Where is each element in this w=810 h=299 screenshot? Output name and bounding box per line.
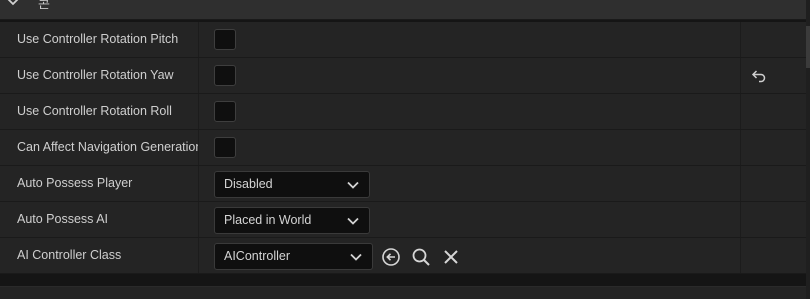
property-row-ai-controller-class: AI Controller Class AIController [0, 238, 806, 274]
property-list: Use Controller Rotation Pitch Use Contro… [0, 22, 806, 274]
chevron-down-icon [350, 253, 362, 261]
property-row-auto-possess-player: Auto Possess Player Disabled [0, 166, 806, 202]
category-title: 콘 [38, 0, 50, 11]
category-header[interactable]: 콘 [0, 0, 806, 20]
chevron-down-icon [347, 217, 359, 225]
property-label: Use Controller Rotation Pitch [17, 32, 179, 46]
property-row-pitch: Use Controller Rotation Pitch [0, 22, 806, 58]
property-label: AI Controller Class [17, 248, 122, 262]
reset-to-default-icon[interactable] [751, 68, 767, 84]
use-controller-rotation-pitch-checkbox[interactable] [214, 29, 236, 50]
browse-search-icon[interactable] [411, 247, 431, 267]
scrollbar-thumb[interactable] [806, 26, 810, 68]
property-label: Auto Possess Player [17, 176, 133, 190]
dropdown-value: Placed in World [224, 213, 312, 227]
ai-controller-class-picker[interactable]: AIController [214, 243, 373, 270]
property-label: Use Controller Rotation Roll [17, 104, 172, 118]
clear-icon[interactable] [441, 247, 461, 267]
property-label: Use Controller Rotation Yaw [17, 68, 174, 82]
chevron-down-icon [347, 181, 359, 189]
auto-possess-player-dropdown[interactable]: Disabled [214, 171, 370, 198]
auto-possess-ai-dropdown[interactable]: Placed in World [214, 207, 370, 234]
use-controller-rotation-roll-checkbox[interactable] [214, 101, 236, 122]
panel-footer [0, 286, 806, 299]
details-panel: 콘 Use Controller Rotation Pitch Use Cont… [0, 0, 810, 299]
chevron-down-icon[interactable] [5, 0, 21, 10]
use-selected-icon[interactable] [381, 247, 401, 267]
can-affect-navigation-checkbox[interactable] [214, 137, 236, 158]
property-row-yaw: Use Controller Rotation Yaw [0, 58, 806, 94]
property-label: Auto Possess AI [17, 212, 109, 226]
use-controller-rotation-yaw-checkbox[interactable] [214, 65, 236, 86]
property-label: Can Affect Navigation Generation [17, 140, 198, 154]
property-row-navigation: Can Affect Navigation Generation [0, 130, 806, 166]
property-row-roll: Use Controller Rotation Roll [0, 94, 806, 130]
dropdown-value: AIController [224, 249, 290, 263]
property-row-auto-possess-ai: Auto Possess AI Placed in World [0, 202, 806, 238]
dropdown-value: Disabled [224, 177, 273, 191]
